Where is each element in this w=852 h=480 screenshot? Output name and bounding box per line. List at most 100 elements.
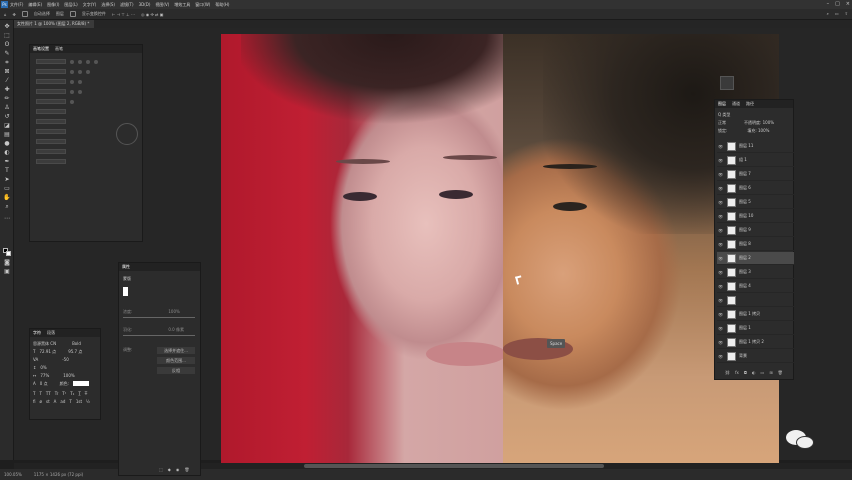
layer-thumbnail[interactable] xyxy=(727,155,736,165)
invert-button[interactable]: 反相 xyxy=(157,367,195,374)
menu-3d[interactable]: 3D(D) xyxy=(139,2,151,7)
screen-mode-icon[interactable]: ▣ xyxy=(3,269,11,275)
vertical-scale-value[interactable]: 0% xyxy=(40,365,46,370)
fill-field[interactable]: 填充: 100% xyxy=(747,128,769,134)
layer-thumbnail[interactable] xyxy=(727,309,736,319)
size-field[interactable]: T 72.91 点 95.7 点 xyxy=(33,349,82,355)
tab-layers[interactable]: 图层 xyxy=(718,101,726,107)
color-swatches[interactable] xyxy=(3,248,11,256)
move-tool-icon[interactable]: ✥ xyxy=(13,12,16,17)
text-style-row[interactable]: T T TT Tr T¹ T₁ T̲ T̶ xyxy=(33,391,87,396)
layer-name[interactable]: 背景 xyxy=(739,353,747,359)
scrollbar-thumb[interactable] xyxy=(304,464,604,468)
navigator-thumbnail[interactable] xyxy=(720,76,734,90)
layer-row[interactable]: 👁 图层 11 xyxy=(717,140,794,153)
layer-filter-row[interactable]: Q 类型 xyxy=(718,112,730,117)
layer-row[interactable]: 👁 图层 8 xyxy=(717,238,794,251)
brush-row[interactable] xyxy=(36,79,82,84)
layer-name[interactable]: 图层 4 xyxy=(739,283,751,289)
layer-row[interactable]: 👁 图层 1 拷贝 xyxy=(717,308,794,321)
visibility-eye-icon[interactable]: 👁 xyxy=(717,242,724,247)
menu-image[interactable]: 图像(I) xyxy=(47,2,59,8)
select-mask-button[interactable]: 选择并遮住... xyxy=(157,347,195,354)
mask-thumbnail[interactable] xyxy=(123,287,128,296)
dodge-tool-icon[interactable]: ◐ xyxy=(3,150,11,156)
brush-row[interactable] xyxy=(36,139,66,144)
menu-layer[interactable]: 图层(L) xyxy=(64,2,77,8)
layer-row[interactable]: 👁 图层 3 xyxy=(717,266,794,279)
brush-row[interactable] xyxy=(36,89,82,94)
font-style-value[interactable]: Bold xyxy=(72,341,81,346)
auto-select-checkbox[interactable] xyxy=(21,11,28,17)
layer-thumbnail[interactable] xyxy=(727,225,736,235)
new-group-icon[interactable]: ▭ xyxy=(761,370,765,375)
layer-row[interactable]: 👁 xyxy=(717,294,794,307)
brush-row[interactable] xyxy=(36,159,66,164)
visibility-eye-icon[interactable]: 👁 xyxy=(717,284,724,289)
font-family-field[interactable]: 思源黑体 CN Bold xyxy=(33,341,81,347)
visibility-eye-icon[interactable]: 👁 xyxy=(717,298,724,303)
brush-row[interactable] xyxy=(36,119,66,124)
brush-row[interactable] xyxy=(36,149,66,154)
layer-row[interactable]: 👁 图层 9 xyxy=(717,224,794,237)
layer-name[interactable]: 图层 2 xyxy=(739,255,751,261)
visibility-eye-icon[interactable]: 👁 xyxy=(717,228,724,233)
layer-name[interactable]: 图层 1 拷贝 xyxy=(739,311,760,317)
layer-thumbnail[interactable] xyxy=(727,197,736,207)
layer-thumbnail[interactable] xyxy=(727,351,736,361)
auto-select-target[interactable]: 图层 xyxy=(56,11,64,17)
eraser-tool-icon[interactable]: ◪ xyxy=(3,123,11,129)
menu-plugins[interactable]: 增效工具 xyxy=(174,2,190,8)
layer-row[interactable]: 👁 图层 5 xyxy=(717,196,794,209)
layer-name[interactable]: 图层 1 xyxy=(739,325,751,331)
path-select-icon[interactable]: ➤ xyxy=(3,177,11,183)
menu-help[interactable]: 帮助(H) xyxy=(215,2,229,8)
visibility-eye-icon[interactable]: 👁 xyxy=(717,312,724,317)
visibility-eye-icon[interactable]: 👁 xyxy=(717,144,724,149)
layer-thumbnail[interactable] xyxy=(727,323,736,333)
photo-canvas[interactable]: Space xyxy=(221,34,779,464)
zoom-tool-icon[interactable]: ⌕ xyxy=(3,204,11,210)
3d-mode-icons[interactable]: ◎ ◉ ✣ ⇄ ▣ xyxy=(141,12,164,17)
color-range-button[interactable]: 颜色范围... xyxy=(157,357,195,364)
shape-tool-icon[interactable]: ▭ xyxy=(3,186,11,192)
layer-thumbnail[interactable] xyxy=(727,281,736,291)
brush-row[interactable] xyxy=(36,129,66,134)
layer-thumbnail[interactable] xyxy=(727,267,736,277)
layer-thumbnail[interactable] xyxy=(727,169,736,179)
more-tools-icon[interactable]: ⋯ xyxy=(3,216,11,222)
horizontal-scale-value[interactable]: 77% xyxy=(40,373,49,378)
history-brush-icon[interactable]: ↺ xyxy=(3,114,11,120)
menu-edit[interactable]: 编辑(E) xyxy=(28,2,42,8)
layer-row[interactable]: 👁 图层 4 xyxy=(717,280,794,293)
quick-select-tool-icon[interactable]: ✎ xyxy=(3,51,11,57)
close-icon[interactable]: × xyxy=(846,1,850,7)
layer-thumbnail[interactable] xyxy=(727,211,736,221)
layer-row[interactable]: 👁 图层 1 xyxy=(717,322,794,335)
layer-name[interactable]: 图层 11 xyxy=(739,143,753,149)
move-tool-icon[interactable]: ✥ xyxy=(3,24,11,30)
feather-value[interactable]: 0.0 像素 xyxy=(168,327,184,333)
visibility-eye-icon[interactable]: 👁 xyxy=(717,270,724,275)
frame-tool-icon[interactable]: ⊠ xyxy=(3,69,11,75)
visibility-eye-icon[interactable]: 👁 xyxy=(717,214,724,219)
eyedropper-tool-icon[interactable]: ⁄ xyxy=(3,78,11,84)
visibility-eye-icon[interactable]: 👁 xyxy=(717,354,724,359)
font-size-value[interactable]: 72.91 点 xyxy=(39,349,56,355)
load-selection-icon[interactable]: ⬚ xyxy=(159,467,163,472)
pen-tool-icon[interactable]: ✒ xyxy=(3,159,11,165)
visibility-eye-icon[interactable]: 👁 xyxy=(717,256,724,261)
align-icons[interactable]: ⊢ ⊣ ⊤ ⊥ ⋯ xyxy=(112,12,135,17)
layer-name[interactable]: 图层 8 xyxy=(739,241,751,247)
type-tool-icon[interactable]: T xyxy=(3,168,11,174)
layer-name[interactable]: 图层 3 xyxy=(739,269,751,275)
tracking-value[interactable]: -50 xyxy=(62,357,69,362)
menu-view[interactable]: 视图(V) xyxy=(155,2,169,8)
document-tab[interactable]: 女性照片 1 @ 100% (图层 2, RGB/8) * xyxy=(14,20,94,28)
layer-thumbnail[interactable] xyxy=(727,239,736,249)
layer-name[interactable]: 图层 10 xyxy=(739,213,753,219)
baseline-value[interactable]: 0 点 xyxy=(40,381,48,387)
workspace-icon[interactable]: ▭ xyxy=(835,11,839,16)
lasso-tool-icon[interactable]: ʘ xyxy=(3,42,11,48)
adjustment-icon[interactable]: ◐ xyxy=(752,370,756,375)
